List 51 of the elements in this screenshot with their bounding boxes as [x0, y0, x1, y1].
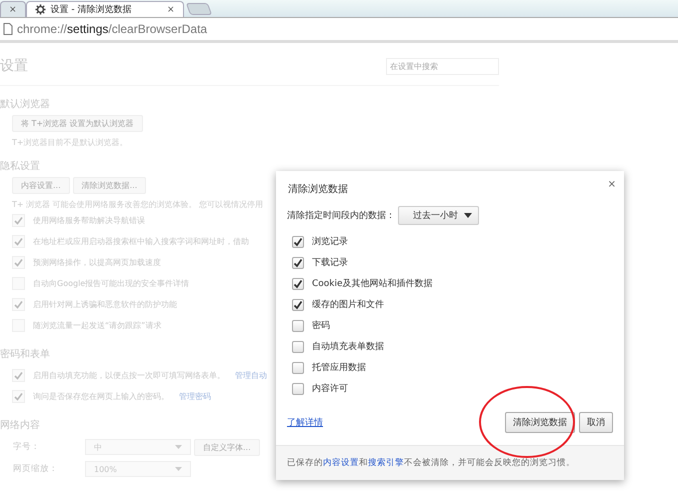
caret-icon — [464, 213, 472, 218]
option-label: 自动填充表单数据 — [312, 340, 384, 353]
checkbox[interactable] — [292, 382, 304, 394]
checkbox[interactable] — [292, 340, 304, 352]
checkbox[interactable] — [292, 320, 304, 332]
option-label: 使用网络服务帮助解决导航错误 — [33, 215, 145, 226]
option-label: 密码 — [312, 320, 330, 332]
option-label: Cookie及其他网站和插件数据 — [312, 278, 433, 290]
dialog-title: 清除浏览数据 — [288, 182, 348, 196]
browser-tab[interactable]: × — [0, 1, 26, 17]
footer-text: 不会被清除，并可能会反映您的浏览习惯。 — [404, 457, 575, 469]
browser-tab[interactable]: 设置 - 清除浏览数据 × — [26, 1, 184, 17]
close-button[interactable]: × — [608, 179, 616, 196]
page-icon — [3, 23, 13, 35]
footer-text: 和 — [359, 457, 368, 469]
option-label: 内容许可 — [312, 382, 348, 395]
time-range-label: 清除指定时间段内的数据： — [287, 210, 395, 222]
footer-text: 已保存的 — [287, 457, 323, 469]
option-label: 下载记录 — [312, 256, 348, 269]
close-tab-button[interactable]: × — [9, 4, 17, 14]
checkbox[interactable] — [292, 278, 304, 290]
section-heading: 默认浏览器 — [0, 98, 50, 111]
time-range-dropdown[interactable]: 过去一小时 — [398, 206, 479, 225]
select-label: 字号： — [12, 441, 41, 453]
caret-icon — [175, 445, 182, 449]
section-heading: 密码和表单 — [0, 348, 50, 361]
checkbox[interactable] — [292, 256, 304, 268]
option-label: 预测网络操作，以提高网页加载速度 — [33, 257, 161, 268]
close-tab-button[interactable]: × — [167, 4, 175, 14]
gear-icon — [34, 4, 46, 15]
select-label: 网页缩放： — [12, 463, 59, 475]
cancel-button[interactable]: 取消 — [579, 412, 613, 433]
new-tab-button[interactable] — [185, 3, 212, 15]
search-field[interactable]: 在设置中搜索 — [386, 58, 499, 74]
caret-icon — [175, 467, 182, 471]
tab-title: 设置 - 清除浏览数据 — [50, 4, 133, 16]
clear-data-button[interactable]: 清除浏览数据 — [505, 412, 575, 433]
section-heading: 网络内容 — [0, 418, 40, 432]
option-label: 托管应用数据 — [312, 362, 366, 374]
section-heading: 隐私设置 — [0, 160, 40, 173]
inline-link[interactable]: 内容设置 — [323, 457, 359, 469]
option-label: 浏览记录 — [312, 236, 348, 248]
checkbox[interactable] — [292, 362, 304, 374]
option-label: 缓存的图片和文件 — [312, 298, 384, 311]
option-label: 在地址栏或应用启动器搜索框中输入搜索字词和网址时，借助 — [33, 236, 249, 247]
page-title: 设置 — [0, 57, 28, 75]
checkbox[interactable] — [292, 298, 304, 310]
url-text[interactable]: chrome://settings/clearBrowserData — [17, 22, 208, 36]
learn-more-link[interactable]: 了解详情 — [287, 416, 323, 429]
checkbox[interactable] — [292, 236, 304, 248]
inline-link[interactable]: 搜索引擎 — [368, 457, 404, 469]
